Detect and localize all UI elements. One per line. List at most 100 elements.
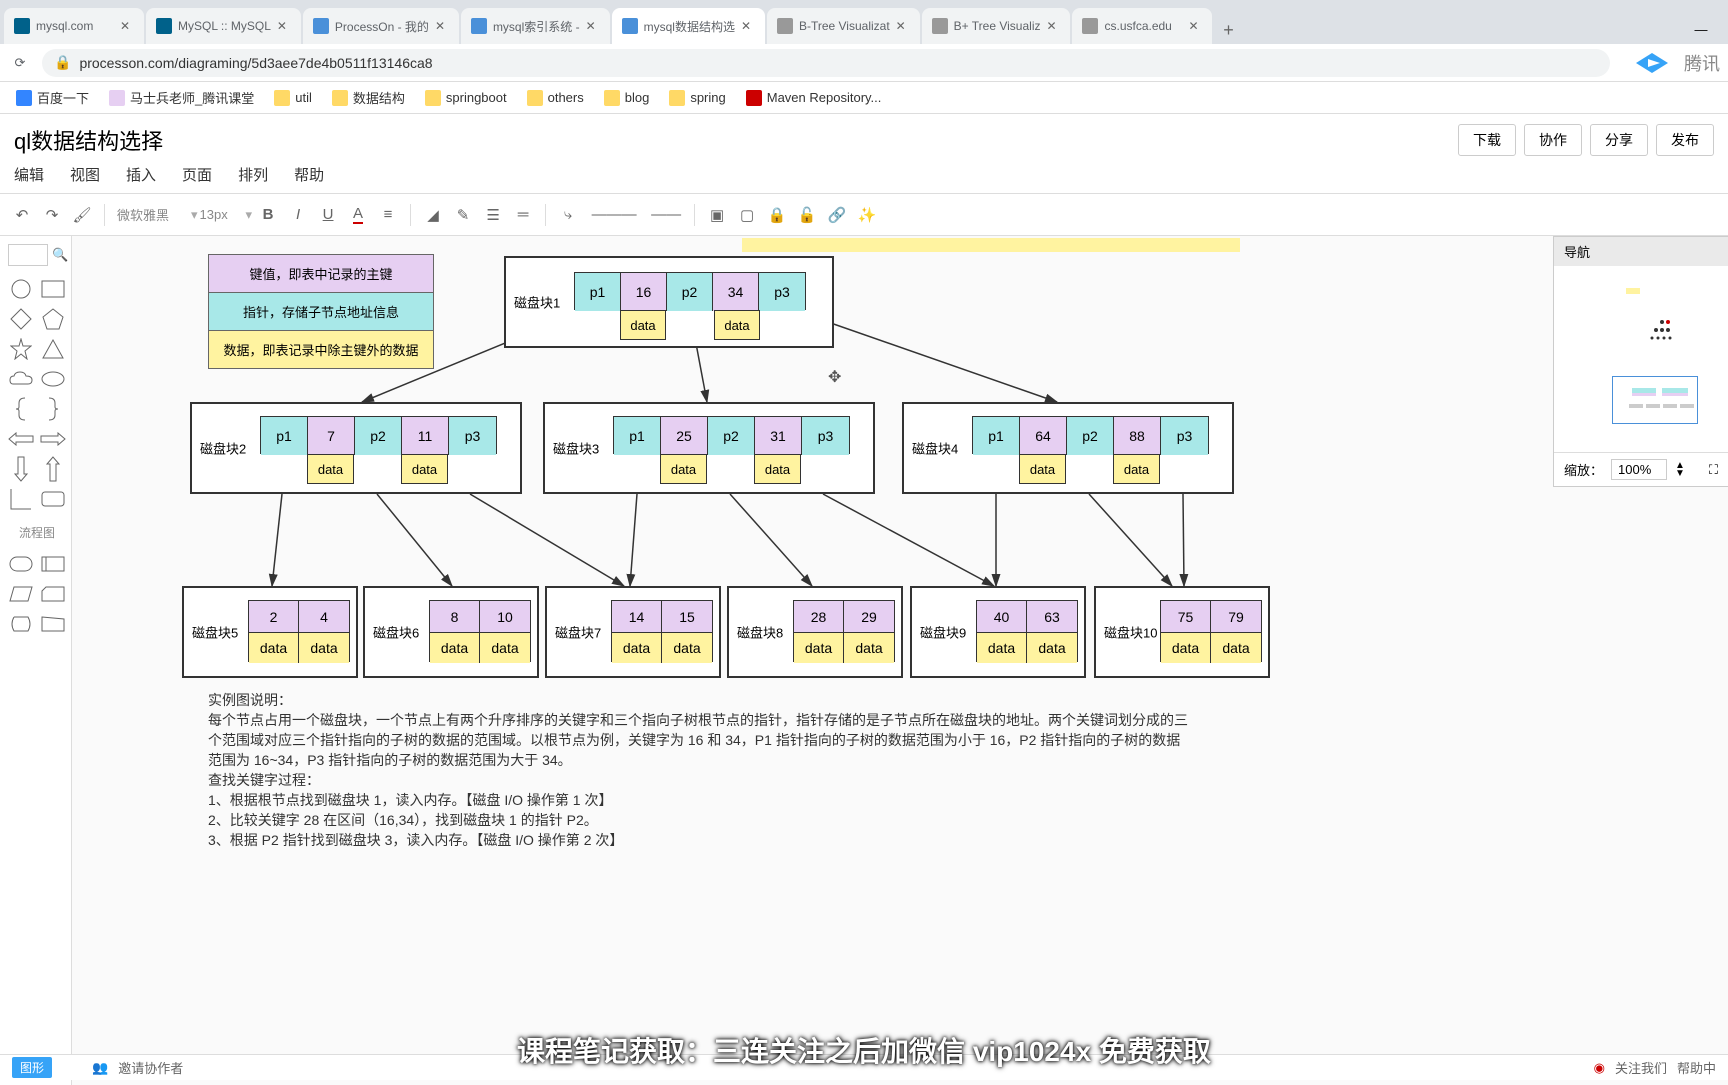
reload-icon[interactable]: ⟳ <box>8 51 32 75</box>
search-icon[interactable]: 🔍 <box>52 247 68 263</box>
bookmark-blog[interactable]: blog <box>596 86 658 110</box>
close-icon[interactable]: ✕ <box>435 19 449 33</box>
shape-card[interactable] <box>40 583 66 605</box>
bookmark-util[interactable]: util <box>266 86 320 110</box>
disk-block-7[interactable]: 磁盘块7 1415 datadata <box>545 586 721 678</box>
shape-rect[interactable] <box>40 278 66 300</box>
menu-view[interactable]: 视图 <box>70 164 100 185</box>
close-icon[interactable]: ✕ <box>1188 19 1202 33</box>
underline-icon[interactable]: U <box>314 201 342 229</box>
bookmark-spring[interactable]: spring <box>661 86 733 110</box>
bookmark-baidu[interactable]: 百度一下 <box>8 84 97 111</box>
close-icon[interactable]: ✕ <box>896 19 910 33</box>
category-flowchart[interactable]: 流程图 <box>8 518 66 545</box>
bookmark-others[interactable]: others <box>519 86 592 110</box>
bold-icon[interactable]: B <box>254 201 282 229</box>
line-dash-icon[interactable]: ——— <box>584 201 644 229</box>
tab-mysql-index[interactable]: mysql索引系统 -✕ <box>461 8 610 44</box>
font-select[interactable] <box>113 205 189 224</box>
stroke-color-icon[interactable]: ✎ <box>449 201 477 229</box>
navigator-thumbnail[interactable] <box>1554 266 1728 452</box>
explanation-text[interactable]: 实例图说明： 每个节点占用一个磁盘块，一个节点上有两个升序排序的关键字和三个指向… <box>208 690 1188 850</box>
fontsize-select[interactable] <box>200 207 244 222</box>
address-bar[interactable]: 🔒 processon.com/diagraming/5d3aee7de4b05… <box>42 49 1610 77</box>
shape-arrow-right[interactable] <box>40 428 66 450</box>
collaborate-button[interactable]: 协作 <box>1524 124 1582 156</box>
close-icon[interactable]: ✕ <box>741 19 755 33</box>
format-painter-icon[interactable]: 🖌 <box>68 201 96 229</box>
shape-diamond[interactable] <box>8 308 34 330</box>
navigator-panel[interactable]: 导航 缩放： 100% ▲▼ ⛶ <box>1553 236 1728 487</box>
zoom-value[interactable]: 100% <box>1611 459 1667 480</box>
disk-block-10[interactable]: 磁盘块10 7579 datadata <box>1094 586 1270 678</box>
shape-arrow-down[interactable] <box>8 458 34 480</box>
bookmark-datastructure[interactable]: 数据结构 <box>324 84 413 111</box>
menu-arrange[interactable]: 排列 <box>238 164 268 185</box>
shape-arrow-left[interactable] <box>8 428 34 450</box>
shape-display[interactable] <box>8 613 34 635</box>
align-icon[interactable]: ≡ <box>374 201 402 229</box>
disk-block-3[interactable]: 磁盘块3 p125p231p3 data data <box>543 402 875 494</box>
magic-icon[interactable]: ✨ <box>853 201 881 229</box>
minimize-icon[interactable]: — <box>1678 14 1724 44</box>
text-color-icon[interactable]: A <box>344 201 372 229</box>
shape-triangle[interactable] <box>40 338 66 360</box>
lock-icon[interactable]: 🔒 <box>763 201 791 229</box>
shape-circle[interactable] <box>8 278 34 300</box>
close-icon[interactable]: ✕ <box>277 19 291 33</box>
tab-mysql-docs[interactable]: MySQL :: MySQL✕ <box>146 8 301 44</box>
shape-arrow-up[interactable] <box>40 458 66 480</box>
new-tab-button[interactable]: + <box>1214 16 1242 44</box>
italic-icon[interactable]: I <box>284 201 312 229</box>
disk-block-2[interactable]: 磁盘块2 p17p211p3 data data <box>190 402 522 494</box>
tab-btree-visual[interactable]: B-Tree Visualizat✕ <box>767 8 920 44</box>
download-button[interactable]: 下载 <box>1458 124 1516 156</box>
connector-icon[interactable]: ⤷ <box>554 201 582 229</box>
disk-block-4[interactable]: 磁盘块4 p164p288p3 data data <box>902 402 1234 494</box>
tab-mysql-com[interactable]: mysql.com✕ <box>4 8 144 44</box>
legend-box[interactable]: 键值，即表中记录的主键 指针，存储子节点地址信息 数据，即表记录中除主键外的数据 <box>208 254 434 369</box>
menu-edit[interactable]: 编辑 <box>14 164 44 185</box>
diagram-canvas[interactable]: 键值，即表中记录的主键 指针，存储子节点地址信息 数据，即表记录中除主键外的数据… <box>72 236 1728 1085</box>
shape-star[interactable] <box>8 338 34 360</box>
arrow-style-icon[interactable]: —— <box>646 201 686 229</box>
tab-processon-my[interactable]: ProcessOn - 我的✕ <box>303 8 459 44</box>
share-button[interactable]: 分享 <box>1590 124 1648 156</box>
disk-block-6[interactable]: 磁盘块6 810 datadata <box>363 586 539 678</box>
menu-help[interactable]: 帮助 <box>294 164 324 185</box>
bring-front-icon[interactable]: ▣ <box>703 201 731 229</box>
shape-brace-left[interactable] <box>8 398 34 420</box>
fullscreen-icon[interactable]: ⛶ <box>1709 462 1718 478</box>
line-weight-icon[interactable]: ═ <box>509 201 537 229</box>
zoom-stepper-icon[interactable]: ▲▼ <box>1675 462 1685 478</box>
shape-roundrect[interactable] <box>40 488 66 510</box>
shape-subprocess[interactable] <box>40 553 66 575</box>
document-title[interactable]: ql数据结构选择 <box>14 124 163 156</box>
bookmark-maven[interactable]: Maven Repository... <box>738 86 890 110</box>
menu-page[interactable]: 页面 <box>182 164 212 185</box>
bookmark-springboot[interactable]: springboot <box>417 86 515 110</box>
viewport-indicator[interactable] <box>1612 376 1698 424</box>
unlock-icon[interactable]: 🔓 <box>793 201 821 229</box>
fill-color-icon[interactable]: ◢ <box>419 201 447 229</box>
shape-manual[interactable] <box>40 613 66 635</box>
close-icon[interactable]: ✕ <box>1046 19 1060 33</box>
shape-data[interactable] <box>8 583 34 605</box>
shape-process[interactable] <box>8 553 34 575</box>
link-icon[interactable]: 🔗 <box>823 201 851 229</box>
line-style-icon[interactable]: ☰ <box>479 201 507 229</box>
shape-pentagon[interactable] <box>40 308 66 330</box>
shape-ellipse[interactable] <box>40 368 66 390</box>
undo-icon[interactable]: ↶ <box>8 201 36 229</box>
shape-brace-right[interactable] <box>40 398 66 420</box>
disk-block-5[interactable]: 磁盘块5 24 datadata <box>182 586 358 678</box>
close-icon[interactable]: ✕ <box>586 19 600 33</box>
tab-mysql-structure[interactable]: mysql数据结构选✕ <box>612 8 765 44</box>
publish-button[interactable]: 发布 <box>1656 124 1714 156</box>
bookmark-mashibing[interactable]: 马士兵老师_腾讯课堂 <box>101 84 262 111</box>
send-back-icon[interactable]: ▢ <box>733 201 761 229</box>
tab-bplustree[interactable]: B+ Tree Visualiz✕ <box>922 8 1071 44</box>
shape-corner[interactable] <box>8 488 34 510</box>
selected-cell[interactable]: data <box>714 310 760 340</box>
tab-usfca[interactable]: cs.usfca.edu✕ <box>1072 8 1212 44</box>
